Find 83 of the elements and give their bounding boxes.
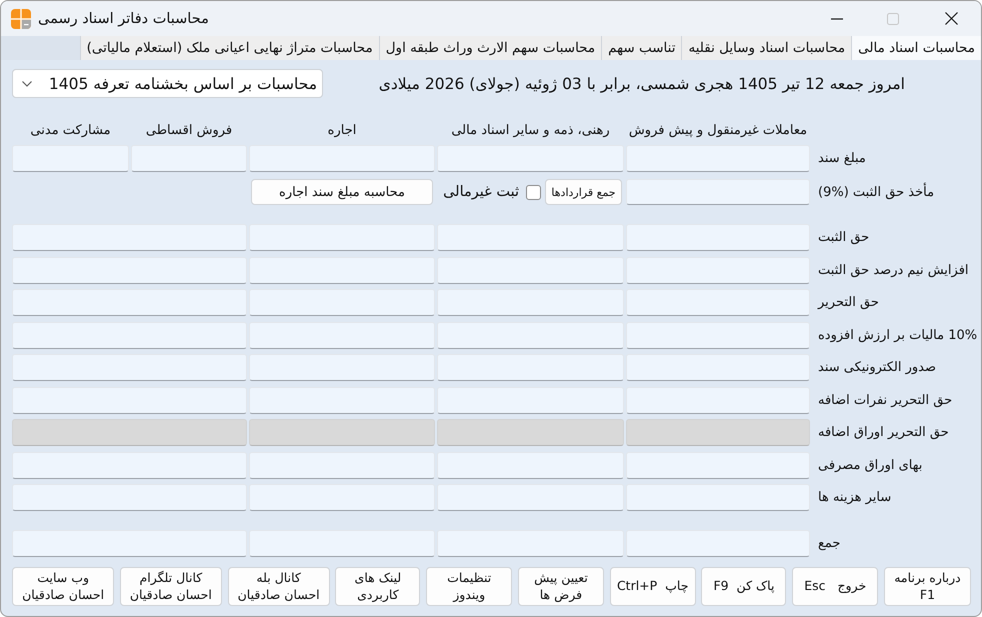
- row-label: سایر هزینه ها: [817, 490, 892, 505]
- row-label: 10% مالیات بر ارزش افزوده: [817, 328, 978, 342]
- input-field[interactable]: [626, 145, 810, 172]
- input-field[interactable]: [626, 322, 810, 348]
- row-label: افزایش نیم درصد حق الثبت: [817, 262, 970, 278]
- input-field[interactable]: [12, 354, 247, 381]
- input-field[interactable]: [437, 289, 624, 316]
- exit-button[interactable]: خروج Esc: [792, 567, 878, 606]
- input-field[interactable]: [12, 322, 247, 348]
- input-field[interactable]: [12, 256, 247, 284]
- tab[interactable]: تناسب سهم: [601, 36, 682, 60]
- settings-button[interactable]: تنظیمات ویندوز: [426, 567, 512, 606]
- input-field[interactable]: [626, 452, 810, 478]
- input-field[interactable]: [12, 530, 247, 557]
- chevron-down-icon: [22, 80, 32, 86]
- date-text: امروز جمعه 12 تیر 1405 هجری شمسی، برابر با 03 ژوئیه (جولای) 2026 میلادی: [378, 74, 905, 92]
- input-field[interactable]: [437, 256, 624, 284]
- input-field[interactable]: [626, 256, 810, 284]
- tab[interactable]: محاسبات سهم الارث وراث طبقه اول: [378, 36, 602, 60]
- input-field[interactable]: [626, 484, 810, 511]
- input-field[interactable]: [12, 224, 247, 251]
- input-field[interactable]: [249, 224, 435, 251]
- clear-button[interactable]: پاک کن F9: [701, 567, 786, 606]
- row-label: حق التحریر اوراق اضافه: [817, 425, 950, 440]
- input-field[interactable]: [626, 530, 810, 557]
- input-field[interactable]: [626, 289, 810, 316]
- input-field[interactable]: [249, 354, 435, 381]
- input-field[interactable]: [12, 386, 247, 414]
- tab[interactable]: محاسبات متراژ نهایی اعیانی ملک (استعلام مالیاتی): [80, 36, 379, 60]
- input-field[interactable]: [12, 145, 129, 172]
- input-field[interactable]: [131, 145, 247, 172]
- calculator-icon: [11, 8, 31, 28]
- input-field[interactable]: [437, 386, 624, 414]
- lease-amount-button[interactable]: محاسبه مبلغ سند اجاره: [251, 179, 433, 205]
- row-label: حق التحریر: [816, 295, 880, 310]
- input-field[interactable]: [249, 484, 435, 511]
- column-header: اجاره: [326, 123, 358, 138]
- links-button[interactable]: لینک های کاربردی: [335, 567, 420, 606]
- input-field[interactable]: [249, 256, 435, 284]
- input-field[interactable]: [626, 354, 810, 381]
- print-button[interactable]: چاپ Ctrl+P: [610, 567, 696, 606]
- column-header: مشارکت مدنی: [29, 123, 112, 138]
- channel-button[interactable]: کانال تلگرام احسان صادقیان: [120, 567, 222, 606]
- input-field[interactable]: [626, 179, 810, 205]
- input-field[interactable]: [249, 322, 435, 348]
- input-field[interactable]: [437, 452, 624, 478]
- row-label: جمع: [817, 536, 842, 551]
- tab[interactable]: محاسبات اسناد وسایل نقلیه: [681, 36, 852, 60]
- column-header: رهنی، ذمه و سایر اسناد مالی: [450, 123, 611, 138]
- column-header: فروش اقساطی: [144, 123, 234, 138]
- window-title: محاسبات دفاتر اسناد رسمی: [38, 10, 209, 26]
- column-header: معاملات غیرمنقول و پیش فروش: [628, 123, 808, 138]
- checkbox[interactable]: [526, 184, 541, 200]
- input-field[interactable]: [626, 224, 810, 251]
- about-button[interactable]: درباره برنامه F1: [884, 567, 971, 606]
- input-field[interactable]: [12, 289, 247, 316]
- input-field[interactable]: [437, 322, 624, 348]
- input-field[interactable]: [249, 289, 435, 316]
- input-field[interactable]: [437, 484, 624, 511]
- tariff-dropdown[interactable]: محاسبات بر اساس بخشنامه تعرفه 1405: [12, 69, 323, 98]
- website-button[interactable]: وب سایت احسان صادقیان: [12, 567, 114, 606]
- row-label: صدور الکترونیکی سند: [817, 360, 938, 375]
- input-field[interactable]: [437, 354, 624, 381]
- row-label: بهای اوراق مصرفی: [817, 458, 924, 472]
- input-field[interactable]: [249, 386, 435, 414]
- sum-contracts-button[interactable]: جمع قراردادها: [545, 179, 622, 205]
- checkbox-label: ثبت غیرمالی: [443, 184, 519, 200]
- row-label: مبلغ سند: [817, 151, 867, 166]
- defaults-button[interactable]: تعیین پیش فرض ها: [518, 567, 604, 606]
- input-field[interactable]: [249, 530, 435, 557]
- input-field[interactable]: [626, 386, 810, 414]
- row-label: حق التحریر نفرات اضافه: [817, 392, 954, 408]
- input-field[interactable]: [249, 452, 435, 478]
- row-label: مأخذ حق الثبت (%9): [817, 184, 936, 200]
- input-field[interactable]: [437, 145, 624, 172]
- input-field[interactable]: [437, 530, 624, 557]
- row-label: حق الثبت: [817, 230, 870, 245]
- input-field[interactable]: [12, 484, 247, 511]
- input-field[interactable]: [249, 145, 435, 172]
- input-field[interactable]: [12, 452, 247, 478]
- channel-button[interactable]: کانال بله احسان صادقیان: [228, 567, 330, 606]
- tab[interactable]: محاسبات اسناد مالی: [851, 36, 981, 60]
- input-field[interactable]: [437, 224, 624, 251]
